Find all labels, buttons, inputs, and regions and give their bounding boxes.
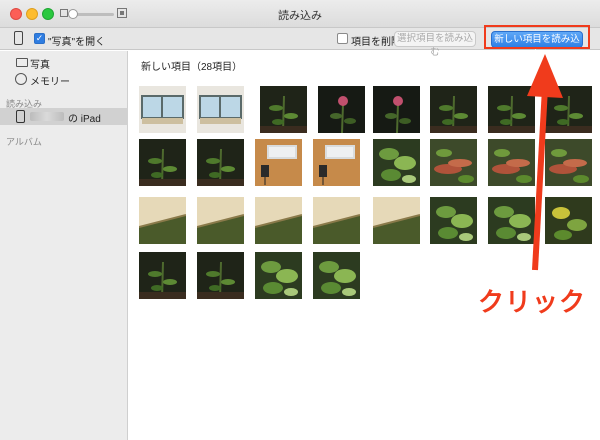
photo-thumbnail[interactable] xyxy=(139,197,186,244)
photo-thumbnail[interactable] xyxy=(318,86,365,133)
photo-thumbnail[interactable] xyxy=(545,139,592,186)
photo-thumbnail[interactable] xyxy=(197,197,244,244)
photo-thumbnail[interactable] xyxy=(430,139,477,186)
section-title: 新しい項目（28項目） xyxy=(141,62,243,73)
photo-thumbnail[interactable] xyxy=(488,197,535,244)
photo-thumbnail[interactable] xyxy=(373,86,420,133)
title-bar: 読み込み xyxy=(0,0,600,28)
sidebar: 写真 メモリー 読み込み の iPad アルバム xyxy=(0,51,128,440)
memories-icon xyxy=(15,73,27,85)
photo-thumbnail[interactable] xyxy=(197,252,244,299)
photo-thumbnail[interactable] xyxy=(260,86,307,133)
photo-thumbnail[interactable] xyxy=(488,86,535,133)
photo-thumbnail[interactable] xyxy=(255,139,302,186)
delete-items-checkbox[interactable] xyxy=(337,33,348,44)
photo-thumbnail[interactable] xyxy=(139,139,186,186)
redacted-device-name xyxy=(30,112,64,121)
annotation-click-label: クリック xyxy=(478,287,587,317)
photo-thumbnail[interactable] xyxy=(313,252,360,299)
photo-thumbnail[interactable] xyxy=(430,86,477,133)
photo-thumbnail[interactable] xyxy=(255,197,302,244)
open-photos-checkbox[interactable]: ✓ xyxy=(34,33,45,44)
photo-thumbnail[interactable] xyxy=(430,197,477,244)
sidebar-item-label: の iPad xyxy=(68,114,101,125)
photo-thumbnail[interactable] xyxy=(373,139,420,186)
sidebar-item-label: メモリー xyxy=(30,77,70,88)
photo-thumbnail[interactable] xyxy=(139,86,186,133)
photo-thumbnail[interactable] xyxy=(197,139,244,186)
ipad-icon xyxy=(16,110,25,123)
sidebar-item-label: 写真 xyxy=(30,60,50,71)
open-photos-label[interactable]: "写真"を開く xyxy=(48,33,105,48)
sidebar-item-memories[interactable]: メモリー xyxy=(0,71,128,88)
photo-thumbnail[interactable] xyxy=(313,197,360,244)
photo-thumbnail[interactable] xyxy=(197,86,244,133)
photo-thumbnail[interactable] xyxy=(255,252,302,299)
photo-thumbnail[interactable] xyxy=(545,86,592,133)
annotation-highlight-box xyxy=(484,25,590,49)
photo-thumbnail[interactable] xyxy=(313,139,360,186)
sidebar-item-ipad[interactable]: の iPad xyxy=(0,108,128,125)
photo-thumbnail[interactable] xyxy=(373,197,420,244)
photo-thumbnail[interactable] xyxy=(139,252,186,299)
device-icon xyxy=(14,31,23,45)
window-title: 読み込み xyxy=(278,10,322,22)
photo-thumbnail[interactable] xyxy=(545,197,592,244)
sidebar-item-photos[interactable]: 写真 xyxy=(0,54,128,71)
photo-thumbnail[interactable] xyxy=(488,139,535,186)
album-section-header: アルバム xyxy=(6,137,42,147)
import-selected-button[interactable]: 選択項目を読み込む xyxy=(394,31,476,58)
photos-icon xyxy=(16,58,28,67)
